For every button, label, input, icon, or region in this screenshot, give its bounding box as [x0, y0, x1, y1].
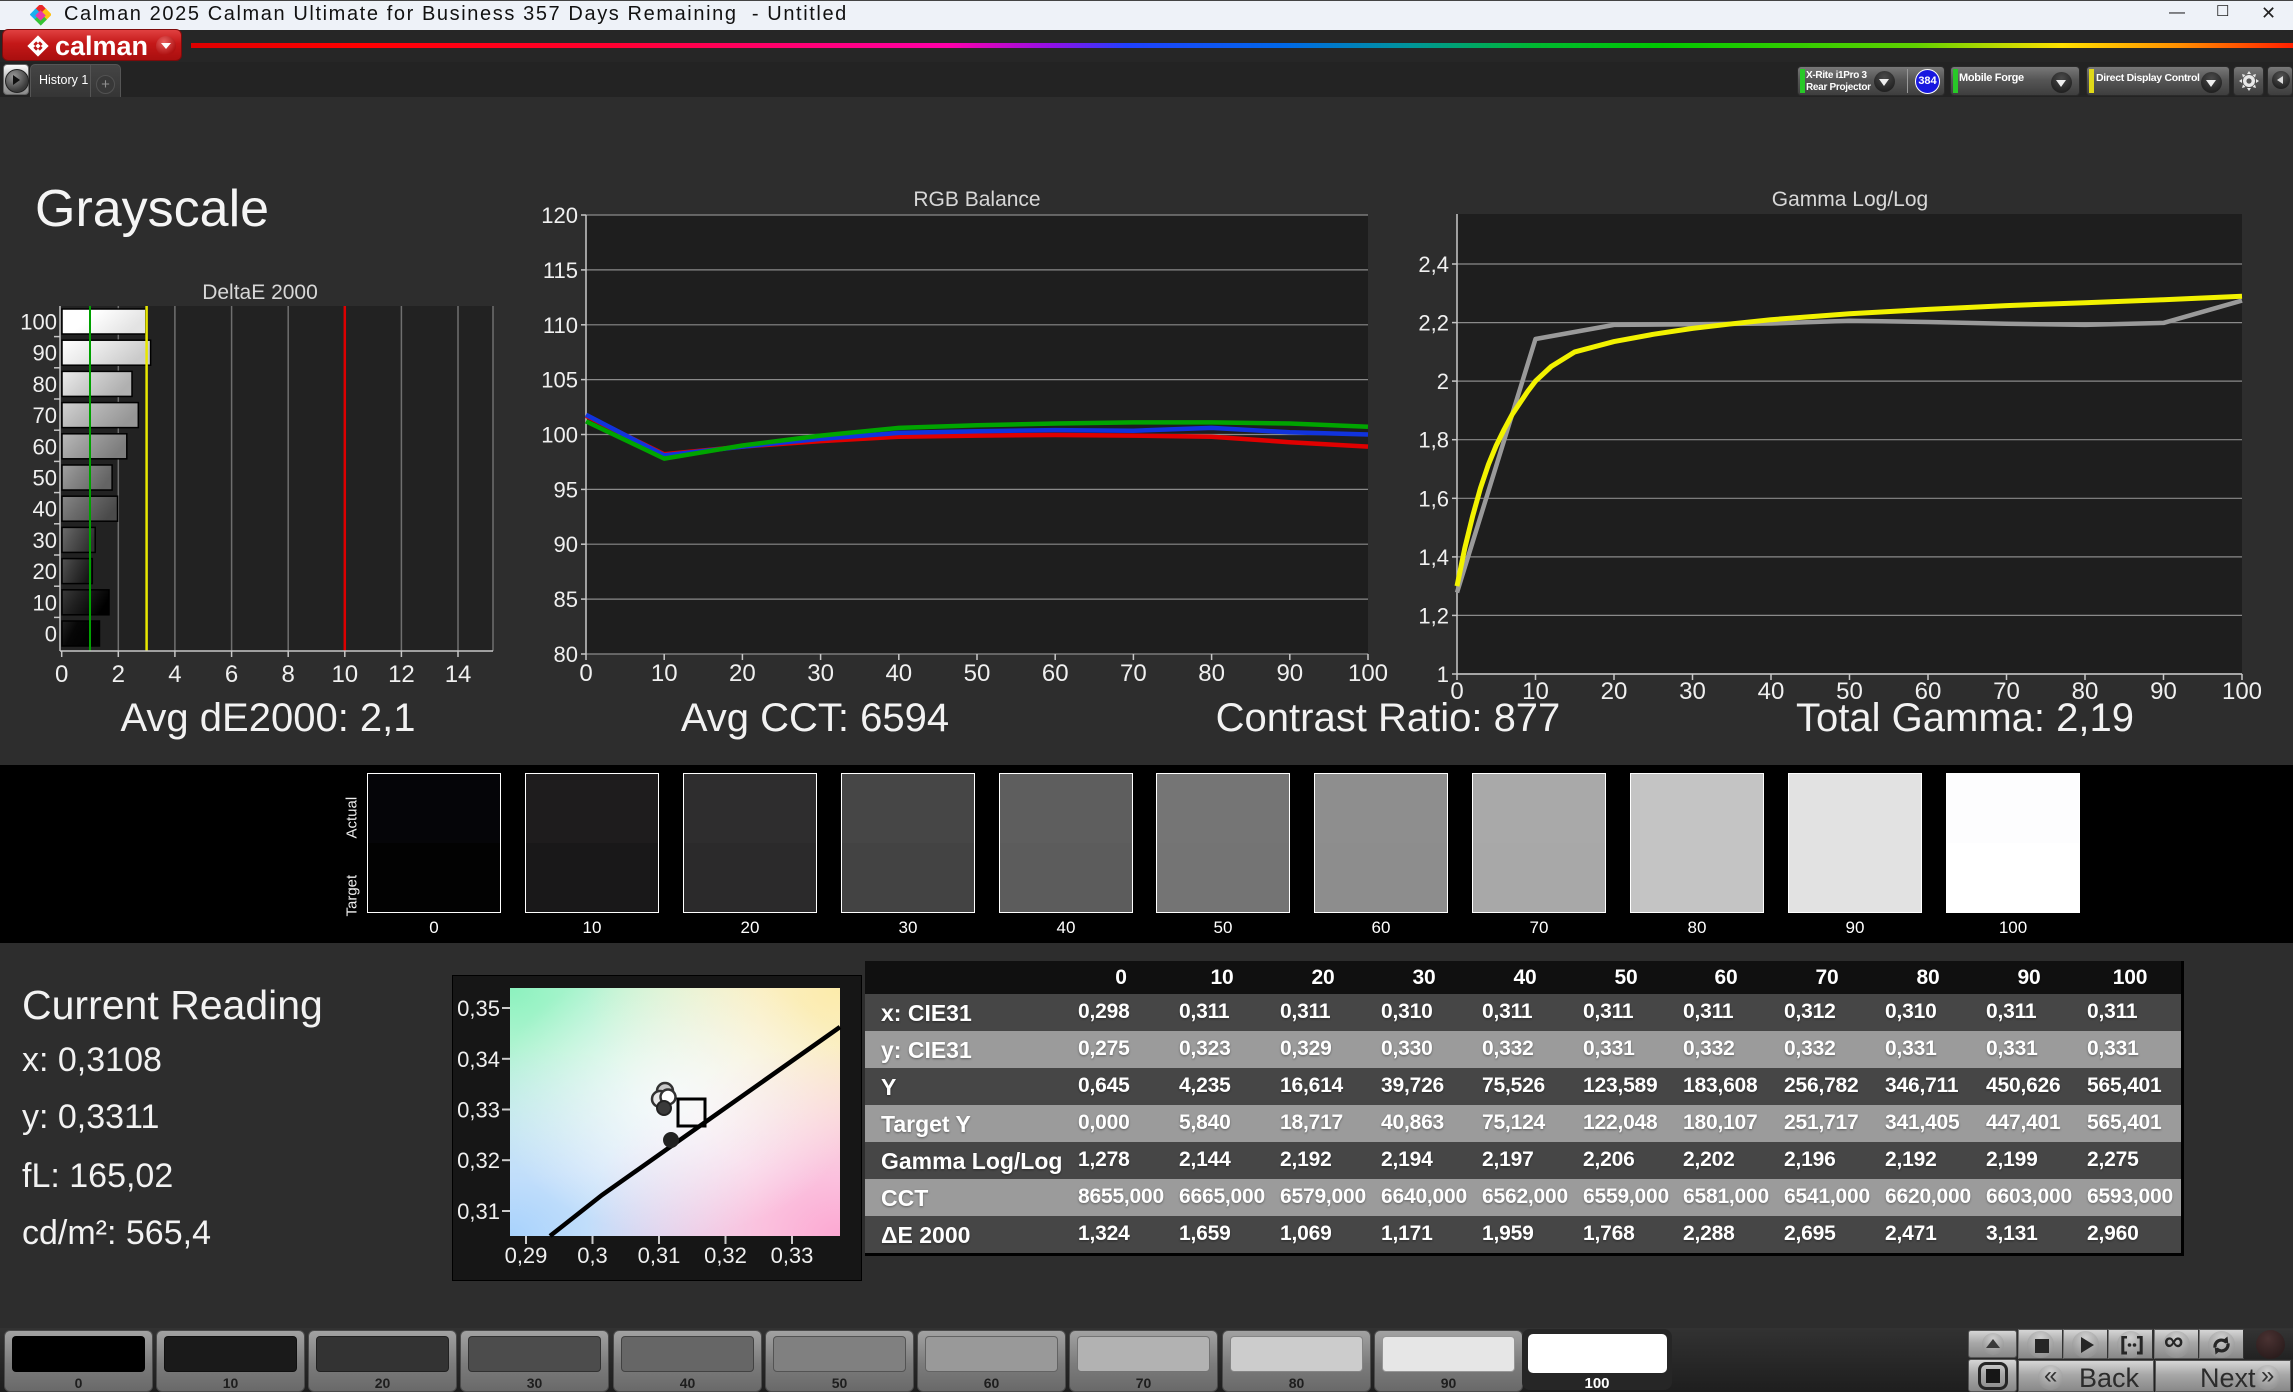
svg-text:90: 90 [33, 341, 57, 366]
svg-text:2: 2 [1437, 369, 1449, 394]
svg-text:80: 80 [1198, 660, 1225, 687]
svg-text:1,4: 1,4 [1418, 545, 1449, 570]
svg-text:0,32: 0,32 [457, 1148, 500, 1173]
svg-text:50: 50 [33, 466, 57, 491]
svg-text:115: 115 [543, 258, 578, 283]
svg-text:2,4: 2,4 [1418, 252, 1449, 277]
svg-text:70: 70 [33, 403, 57, 428]
svg-text:1: 1 [1437, 662, 1449, 687]
svg-text:120: 120 [541, 203, 578, 228]
svg-text:100: 100 [541, 423, 578, 448]
svg-text:100: 100 [2222, 678, 2262, 705]
svg-text:20: 20 [729, 660, 756, 687]
svg-text:0,32: 0,32 [704, 1243, 747, 1268]
svg-text:30: 30 [807, 660, 834, 687]
svg-text:0: 0 [579, 660, 592, 687]
svg-text:95: 95 [554, 477, 578, 502]
svg-text:40: 40 [885, 660, 912, 687]
svg-text:60: 60 [33, 434, 57, 459]
svg-text:85: 85 [554, 587, 578, 612]
svg-text:4: 4 [168, 661, 181, 688]
svg-text:10: 10 [33, 590, 57, 615]
svg-text:20: 20 [1601, 678, 1628, 705]
svg-text:1,8: 1,8 [1418, 428, 1449, 453]
svg-text:12: 12 [388, 661, 415, 688]
svg-text:20: 20 [33, 559, 57, 584]
svg-text:14: 14 [445, 661, 472, 688]
svg-text:90: 90 [1276, 660, 1303, 687]
svg-text:1,6: 1,6 [1418, 486, 1449, 511]
svg-text:RGB Balance: RGB Balance [913, 188, 1040, 211]
svg-text:0,29: 0,29 [505, 1243, 548, 1268]
svg-text:60: 60 [1042, 660, 1069, 687]
svg-text:0,33: 0,33 [771, 1243, 814, 1268]
svg-text:0,33: 0,33 [457, 1098, 500, 1123]
svg-text:0,3: 0,3 [577, 1243, 608, 1268]
svg-text:30: 30 [33, 528, 57, 553]
svg-text:30: 30 [1679, 678, 1706, 705]
svg-text:Gamma Log/Log: Gamma Log/Log [1772, 188, 1928, 211]
svg-text:110: 110 [543, 313, 578, 338]
svg-text:10: 10 [651, 660, 678, 687]
svg-text:8: 8 [282, 661, 295, 688]
svg-text:2,2: 2,2 [1418, 311, 1449, 336]
svg-text:80: 80 [554, 642, 578, 667]
svg-text:2: 2 [112, 661, 125, 688]
svg-text:90: 90 [554, 532, 578, 557]
svg-text:0,31: 0,31 [638, 1243, 681, 1268]
svg-text:50: 50 [964, 660, 991, 687]
svg-text:105: 105 [541, 368, 578, 393]
svg-text:0,31: 0,31 [457, 1199, 500, 1224]
svg-text:70: 70 [1120, 660, 1147, 687]
svg-text:0,35: 0,35 [457, 996, 500, 1021]
svg-text:0,34: 0,34 [457, 1047, 500, 1072]
svg-text:0: 0 [55, 661, 68, 688]
svg-text:100: 100 [1348, 660, 1388, 687]
svg-text:0: 0 [45, 622, 57, 647]
svg-text:80: 80 [33, 372, 57, 397]
svg-text:40: 40 [33, 497, 57, 522]
svg-text:DeltaE 2000: DeltaE 2000 [202, 281, 318, 304]
svg-text:10: 10 [331, 661, 358, 688]
svg-text:6: 6 [225, 661, 238, 688]
svg-text:1,2: 1,2 [1418, 603, 1449, 628]
svg-text:100: 100 [20, 310, 57, 335]
